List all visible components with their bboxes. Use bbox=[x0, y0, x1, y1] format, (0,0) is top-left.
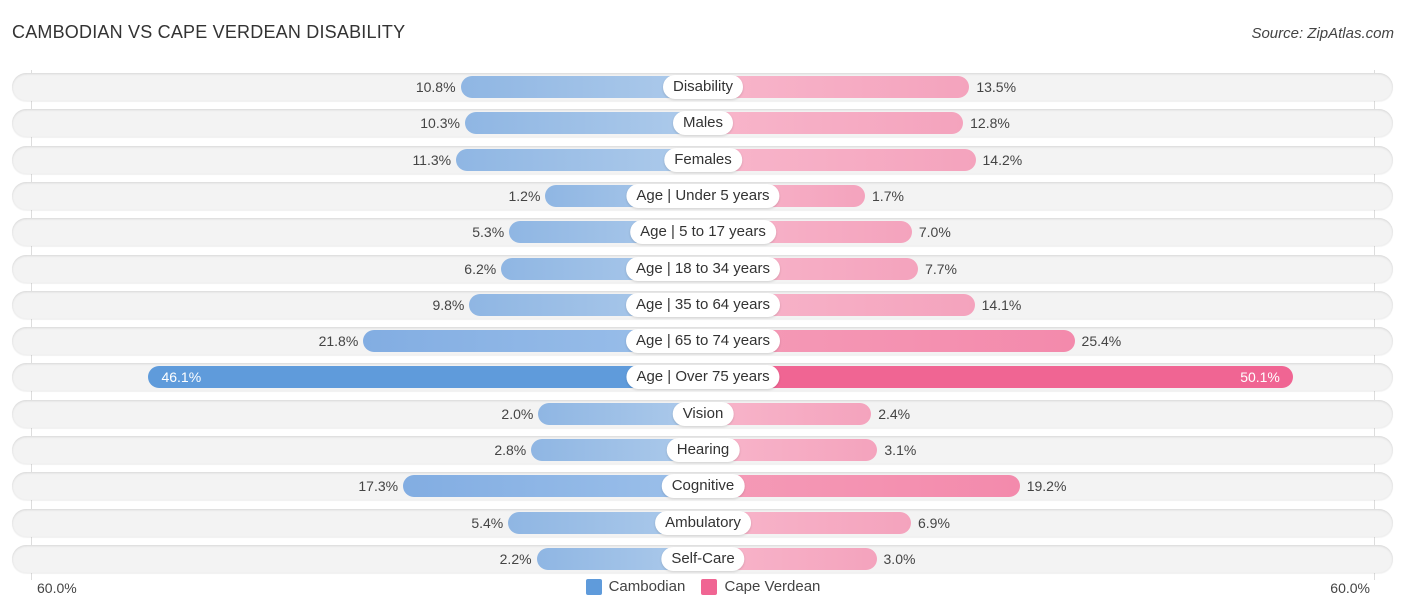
legend-item-cambodian: Cambodian bbox=[585, 578, 686, 595]
category-label: Age | 35 to 64 years bbox=[626, 293, 780, 317]
value-label-cambodian: 5.3% bbox=[472, 224, 505, 240]
category-label: Cognitive bbox=[661, 474, 745, 498]
value-label-cambodian: 10.3% bbox=[420, 115, 460, 131]
value-label-cape-verdean: 1.7% bbox=[872, 188, 904, 204]
bar-cape-verdean bbox=[703, 366, 1293, 388]
value-label-cape-verdean: 7.0% bbox=[918, 224, 951, 240]
value-label-cambodian: 2.8% bbox=[494, 442, 527, 458]
value-label-cambodian: 46.1% bbox=[161, 369, 202, 385]
chart-title: CAMBODIAN VS CAPE VERDEAN DISABILITY bbox=[12, 22, 406, 42]
category-label: Age | Over 75 years bbox=[626, 365, 780, 389]
legend-swatch-cape-verdean bbox=[701, 578, 718, 595]
category-label: Males bbox=[672, 111, 734, 135]
category-label: Vision bbox=[672, 402, 734, 426]
legend-swatch-cambodian bbox=[585, 578, 602, 595]
value-label-cambodian: 21.8% bbox=[318, 333, 359, 349]
bar-cambodian bbox=[464, 112, 703, 134]
bar-cape-verdean bbox=[703, 149, 976, 171]
value-label-cambodian: 5.4% bbox=[471, 515, 504, 531]
source-label: Source: ZipAtlas.com bbox=[1251, 25, 1394, 42]
value-label-cape-verdean: 25.4% bbox=[1081, 333, 1122, 349]
value-label-cape-verdean: 7.7% bbox=[925, 261, 957, 277]
legend-label-cambodian: Cambodian bbox=[608, 578, 686, 595]
bar-cambodian bbox=[148, 366, 703, 388]
category-label: Age | Under 5 years bbox=[626, 184, 780, 208]
value-label-cape-verdean: 12.8% bbox=[970, 115, 1010, 131]
value-label-cambodian: 9.8% bbox=[432, 297, 465, 313]
category-label: Females bbox=[664, 148, 742, 172]
legend-item-cape-verdean: Cape Verdean bbox=[701, 578, 820, 595]
bar-cambodian bbox=[403, 475, 703, 497]
value-label-cambodian: 1.2% bbox=[508, 188, 541, 204]
value-label-cambodian: 17.3% bbox=[358, 478, 399, 494]
value-label-cape-verdean: 3.0% bbox=[883, 551, 916, 567]
value-label-cambodian: 2.2% bbox=[499, 551, 532, 567]
value-label-cape-verdean: 6.9% bbox=[917, 515, 950, 531]
value-label-cambodian: 2.0% bbox=[501, 406, 534, 422]
category-label: Hearing bbox=[666, 438, 740, 462]
category-label: Disability bbox=[662, 75, 744, 99]
value-label-cape-verdean: 2.4% bbox=[878, 406, 911, 422]
value-label-cape-verdean: 14.2% bbox=[982, 152, 1023, 168]
value-label-cambodian: 11.3% bbox=[412, 152, 452, 168]
value-label-cape-verdean: 13.5% bbox=[976, 79, 1017, 95]
value-label-cape-verdean: 50.1% bbox=[1240, 369, 1280, 385]
category-label: Age | 18 to 34 years bbox=[626, 257, 780, 281]
category-label: Ambulatory bbox=[655, 511, 751, 535]
bar-cape-verdean bbox=[703, 112, 964, 134]
value-label-cape-verdean: 14.1% bbox=[981, 297, 1022, 313]
category-label: Age | 5 to 17 years bbox=[630, 220, 776, 244]
category-label: Age | 65 to 74 years bbox=[626, 329, 780, 353]
bar-cape-verdean bbox=[703, 475, 1020, 497]
value-label-cambodian: 10.8% bbox=[415, 79, 456, 95]
value-label-cambodian: 6.2% bbox=[464, 261, 497, 277]
category-label: Self-Care bbox=[661, 547, 745, 571]
legend: Cambodian Cape Verdean bbox=[0, 578, 1406, 599]
legend-label-cape-verdean: Cape Verdean bbox=[724, 578, 821, 595]
value-label-cape-verdean: 19.2% bbox=[1026, 478, 1067, 494]
value-label-cape-verdean: 3.1% bbox=[884, 442, 917, 458]
